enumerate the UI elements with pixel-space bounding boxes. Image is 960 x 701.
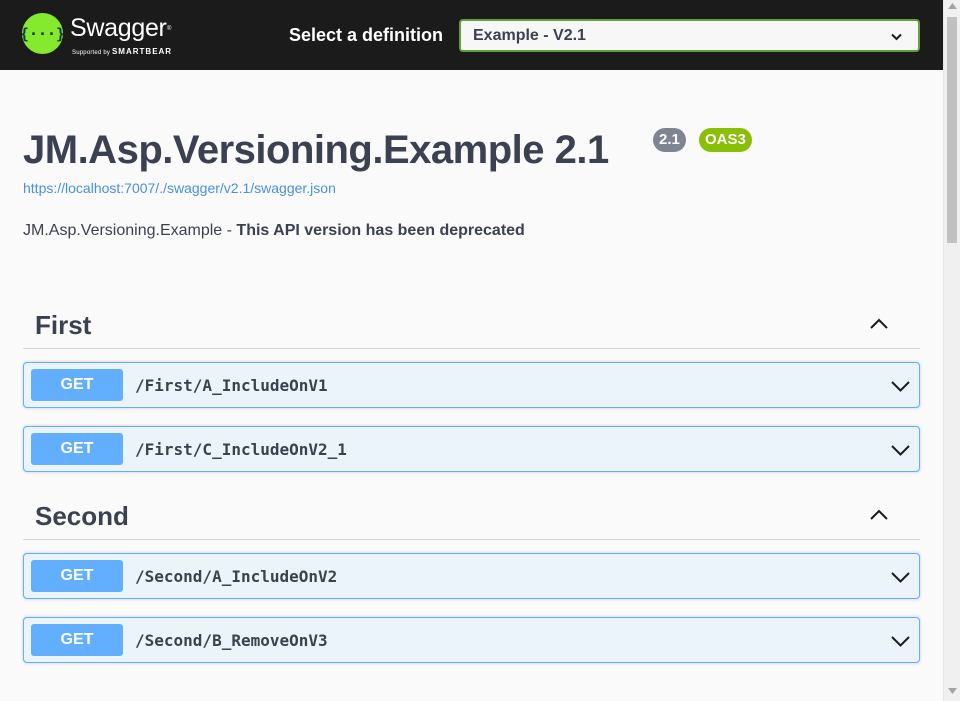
api-description: JM.Asp.Versioning.Example - This API ver…	[23, 222, 525, 240]
logo-tagline: Supported by SMARTBEAR	[72, 47, 172, 56]
svg-text:{···}: {···}	[22, 25, 63, 43]
oas-badge: OAS3	[699, 128, 752, 152]
trademark-icon: ®	[167, 26, 172, 32]
chevron-down-icon[interactable]	[890, 630, 911, 651]
tag-title: Second	[35, 501, 129, 531]
scroll-down-arrow-icon[interactable]	[948, 688, 957, 694]
logo-company: SMARTBEAR	[111, 47, 173, 56]
swagger-logo[interactable]: {···} Swagger ® Supported by SMARTBEAR	[22, 13, 190, 56]
version-badge: 2.1	[653, 128, 686, 152]
spec-url-link[interactable]: https://localhost:7007/./swagger/v2.1/sw…	[23, 180, 336, 196]
operation-get-second-a-includeonv2[interactable]: GET /Second/A_IncludeOnV2	[23, 553, 920, 599]
chevron-up-icon[interactable]	[869, 314, 889, 334]
operation-path: /First/A_IncludeOnV1	[135, 376, 328, 395]
definition-select[interactable]: Example - V2.1	[459, 19, 920, 52]
scroll-up-arrow-icon[interactable]	[948, 3, 957, 9]
tag-section-second[interactable]: Second	[23, 493, 920, 540]
description-prefix: JM.Asp.Versioning.Example -	[23, 222, 237, 239]
method-badge: GET	[31, 560, 123, 592]
method-badge: GET	[31, 624, 123, 656]
chevron-down-icon[interactable]	[890, 439, 911, 460]
scrollbar-thumb[interactable]	[947, 17, 957, 243]
chevron-up-icon[interactable]	[869, 505, 889, 525]
method-badge: GET	[31, 433, 123, 465]
chevron-down-icon[interactable]	[890, 375, 911, 396]
chevron-down-icon[interactable]	[890, 566, 911, 587]
operation-path: /Second/B_RemoveOnV3	[135, 631, 328, 650]
method-badge: GET	[31, 369, 123, 401]
api-title: JM.Asp.Versioning.Example 2.1	[23, 128, 609, 172]
operation-get-first-a-includeonv1[interactable]: GET /First/A_IncludeOnV1	[23, 362, 920, 408]
operation-path: /First/C_IncludeOnV2_1	[135, 440, 347, 459]
operation-get-first-c-includeonv2-1[interactable]: GET /First/C_IncludeOnV2_1	[23, 426, 920, 472]
swagger-logo-text: Swagger ® Supported by SMARTBEAR	[70, 13, 190, 56]
operation-path: /Second/A_IncludeOnV2	[135, 567, 338, 586]
definition-select-value: Example - V2.1	[473, 27, 586, 44]
logo-supported-by: Supported by	[72, 50, 111, 56]
swagger-logo-icon: {···}	[22, 13, 63, 54]
operation-get-second-b-removeonv3[interactable]: GET /Second/B_RemoveOnV3	[23, 617, 920, 663]
definition-label: Select a definition	[289, 25, 444, 45]
vertical-scrollbar[interactable]	[943, 0, 960, 701]
topbar: {···} Swagger ® Supported by SMARTBEAR S…	[0, 0, 943, 70]
deprecation-notice: This API version has been deprecated	[236, 222, 525, 239]
tag-title: First	[35, 310, 92, 340]
logo-wordmark: Swagger	[70, 14, 167, 42]
tag-section-first[interactable]: First	[23, 302, 920, 349]
chevron-down-icon	[891, 33, 902, 41]
